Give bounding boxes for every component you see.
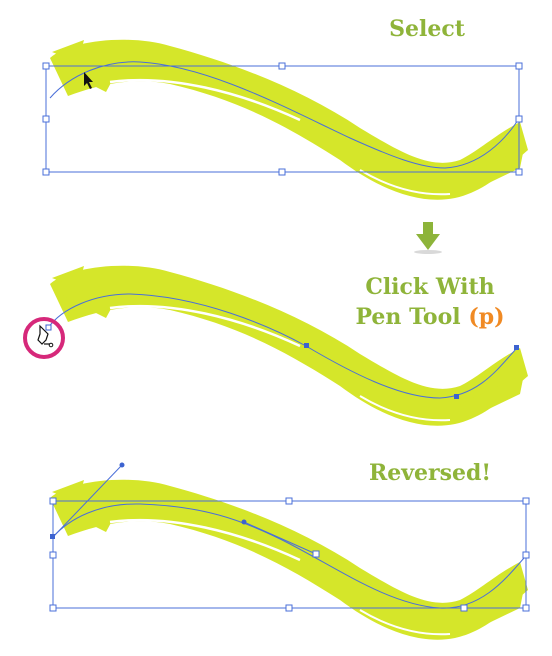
down-arrow-icon — [414, 222, 442, 254]
step-label-select: Select — [389, 16, 465, 42]
step-label-click-pen-tool: Click With Pen Tool (p) — [350, 272, 510, 332]
pen-tool-label: Pen Tool — [355, 304, 461, 330]
panel-reversed — [48, 462, 530, 641]
brush-stroke-1 — [48, 38, 530, 201]
step-label-line2: Pen Tool (p) — [350, 302, 510, 332]
step-label-reversed: Reversed! — [368, 460, 492, 486]
shortcut-key: (p) — [468, 304, 505, 330]
step-label-line1: Click With — [365, 274, 495, 300]
panel-select — [42, 38, 530, 201]
